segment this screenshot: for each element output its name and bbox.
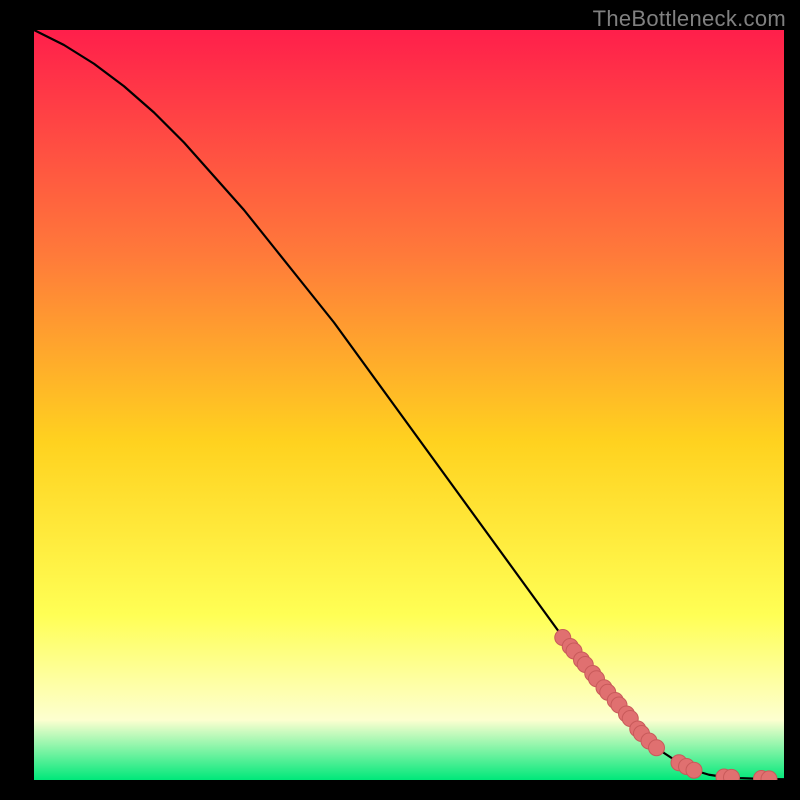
gradient-background xyxy=(34,30,784,780)
plot-area xyxy=(34,30,784,780)
watermark-text: TheBottleneck.com xyxy=(593,6,786,32)
data-marker xyxy=(649,740,665,756)
chart-svg xyxy=(34,30,784,780)
chart-frame: TheBottleneck.com xyxy=(0,0,800,800)
data-marker xyxy=(686,762,702,778)
